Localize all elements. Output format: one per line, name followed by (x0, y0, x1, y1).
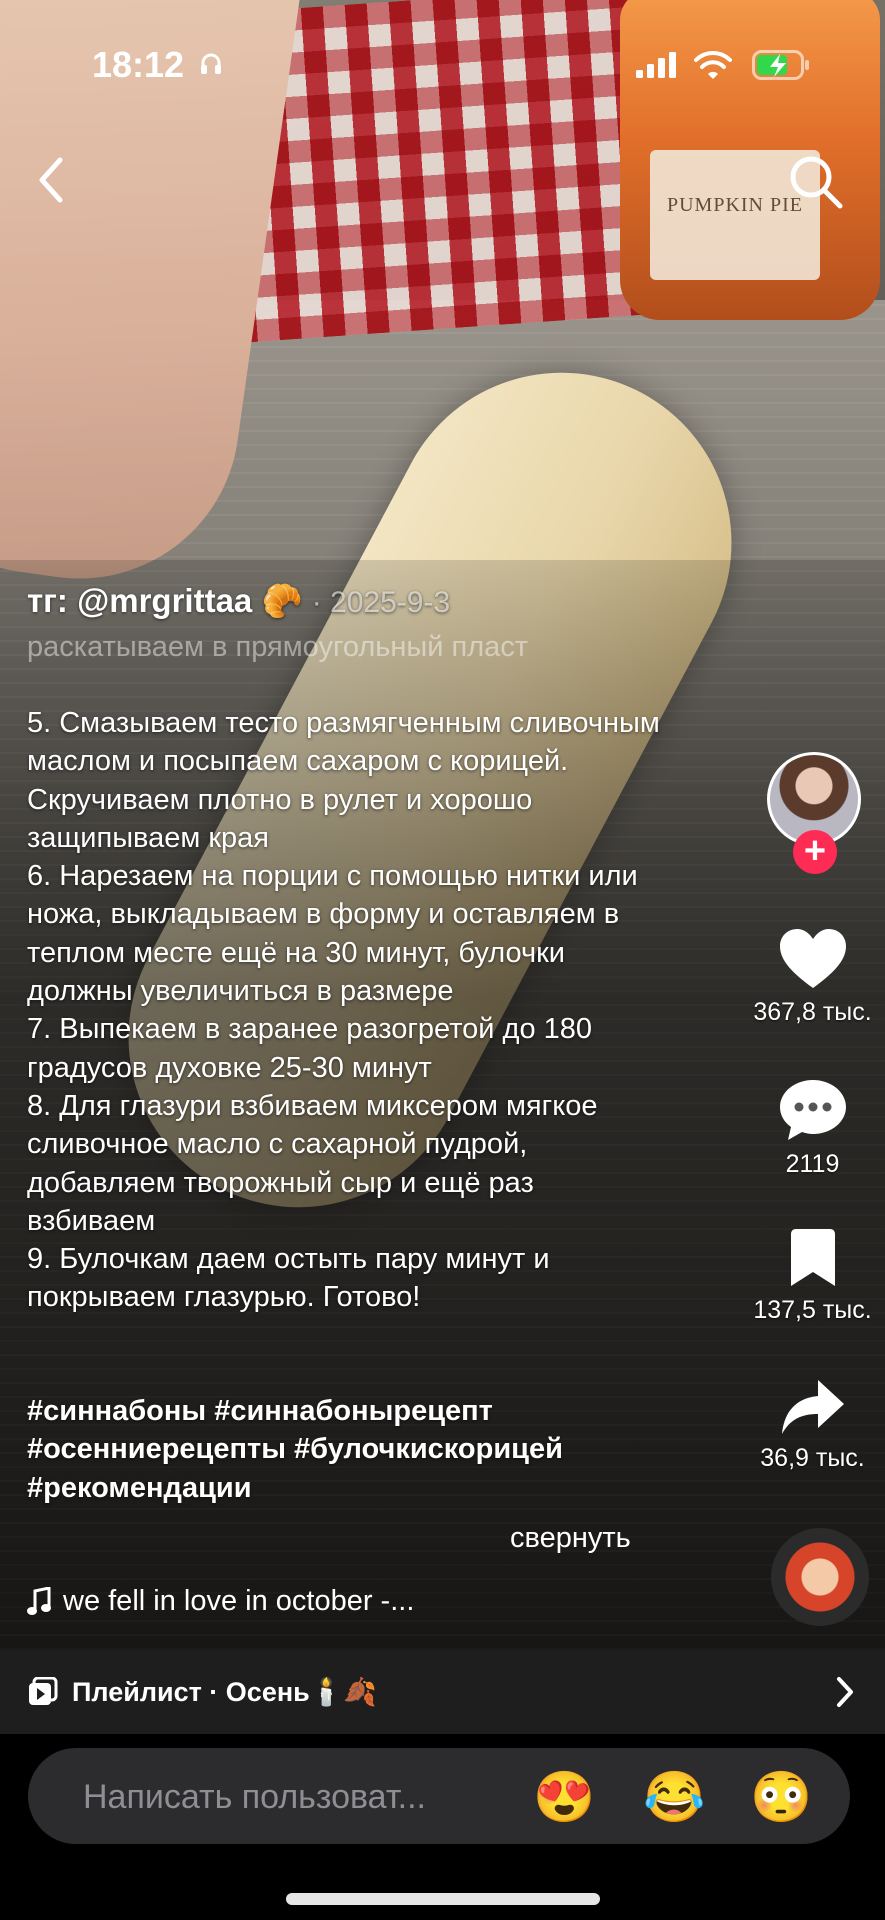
search-icon[interactable] (786, 152, 846, 212)
comment-input[interactable]: Написать пользоват... 😍 😂 😳 (28, 1748, 850, 1844)
like-button[interactable]: 367,8 тыс. (740, 928, 885, 1027)
caption-body: 5. Смазываем тесто размягченным сливочны… (27, 707, 660, 1314)
emoji-flushed-button[interactable]: 😳 (750, 1768, 812, 1827)
comment-count: 2119 (785, 1150, 840, 1178)
save-count: 137,5 тыс. (753, 1296, 872, 1324)
collapse-caption-button[interactable]: свернуть (510, 1522, 631, 1555)
post-date: · 2025-9-3 (311, 586, 451, 619)
chevron-right-icon (837, 1677, 853, 1707)
battery-charging-icon (752, 50, 809, 80)
comment-bubble-icon (779, 1080, 846, 1140)
follow-button[interactable]: + (793, 830, 837, 874)
screen: PUMPKIN PIE 18:12 тг: @mrgrittaa 🥐 · 202… (0, 0, 885, 1920)
share-button[interactable]: 36,9 тыс. (740, 1378, 885, 1473)
music-note-icon (27, 1586, 51, 1615)
caption-author-line: тг: @mrgrittaa 🥐 · 2025-9-3 (27, 582, 667, 621)
status-bar: 18:12 (0, 0, 885, 130)
emoji-heart-eyes-button[interactable]: 😍 (533, 1768, 595, 1827)
share-count: 36,9 тыс. (760, 1444, 865, 1472)
share-arrow-icon (781, 1380, 844, 1434)
wifi-icon (694, 50, 732, 79)
caption-hashtags[interactable]: #синнабоны #синнабонырецепт #осенниереце… (27, 1392, 667, 1507)
music-track-title: we fell in love in october -... (63, 1585, 415, 1617)
music-track[interactable]: we fell in love in october -... (27, 1585, 414, 1618)
bookmark-icon (790, 1229, 835, 1286)
playlist-bar[interactable]: Плейлист · Осень🕯️🍂 (0, 1650, 885, 1734)
back-button[interactable] (28, 150, 76, 210)
cellular-signal-icon (636, 52, 676, 78)
headphones-icon (201, 53, 221, 74)
playlist-icon (29, 1677, 58, 1705)
comment-button[interactable]: 2119 (740, 1078, 885, 1179)
caption-faded-line: раскатываем в прямоугольный пласт (27, 631, 529, 663)
save-button[interactable]: 137,5 тыс. (740, 1228, 885, 1325)
like-count: 367,8 тыс. (753, 998, 872, 1026)
home-indicator[interactable] (286, 1893, 600, 1905)
heart-icon (779, 929, 846, 988)
playlist-label: Плейлист · Осень🕯️🍂 (72, 1677, 377, 1707)
comment-placeholder: Написать пользоват... (83, 1778, 426, 1816)
music-disc[interactable] (771, 1528, 869, 1626)
author-handle[interactable]: тг: @mrgrittaa 🥐 (27, 582, 303, 619)
comment-bar: Написать пользоват... 😍 😂 😳 (0, 1734, 885, 1920)
status-time: 18:12 (92, 44, 185, 85)
emoji-tears-of-joy-button[interactable]: 😂 (643, 1768, 705, 1827)
